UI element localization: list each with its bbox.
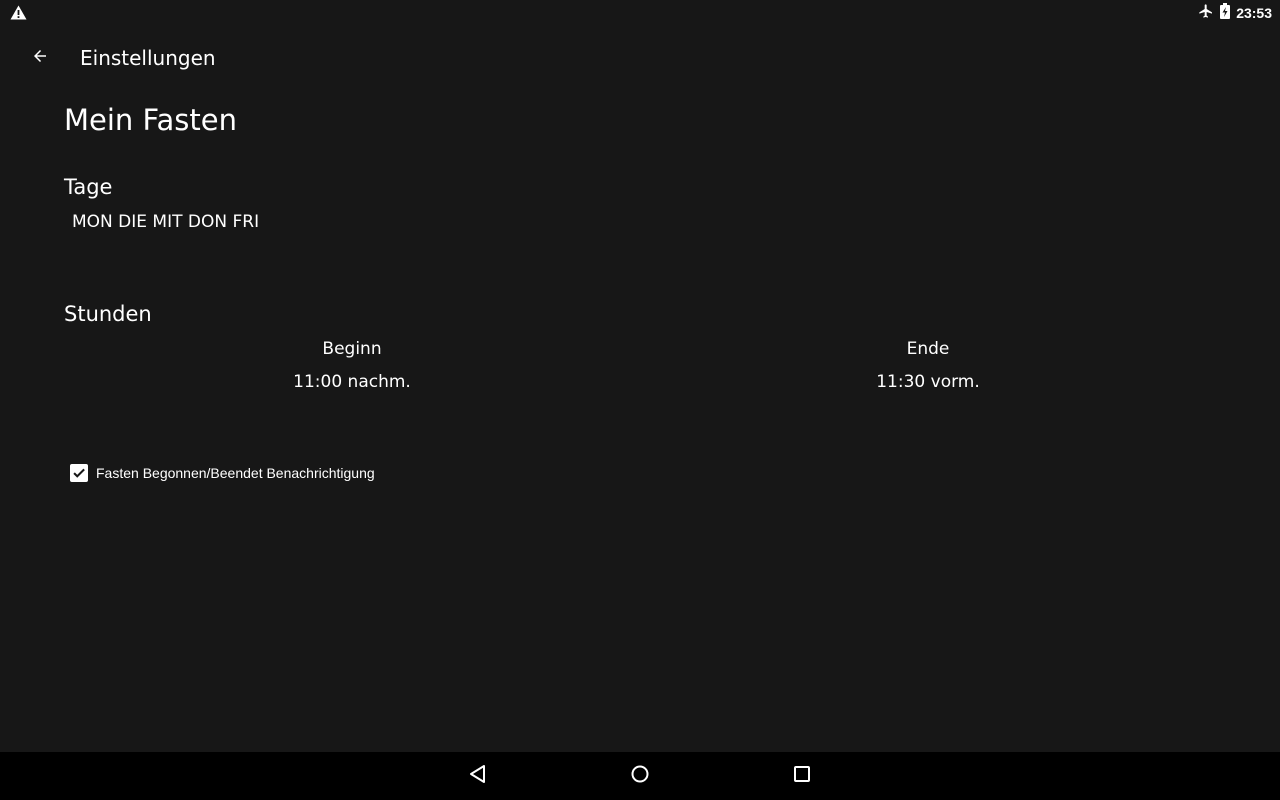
begin-label: Beginn: [322, 339, 382, 359]
page-title: Mein Fasten: [64, 103, 238, 137]
battery-charging-icon: [1220, 3, 1231, 23]
app-title: Einstellungen: [80, 46, 216, 70]
airplane-mode-icon: [1198, 3, 1214, 23]
status-icons: 23:53: [1198, 3, 1272, 23]
nav-back-icon: [468, 764, 488, 788]
nav-back-button[interactable]: [466, 764, 490, 788]
days-selector[interactable]: MON DIE MIT DON FRI: [72, 211, 259, 233]
notification-checkbox-row[interactable]: Fasten Begonnen/Beendet Benachrichtigung: [70, 463, 375, 483]
arrow-back-icon: [31, 47, 49, 69]
app-bar: Einstellungen: [0, 26, 1280, 90]
begin-time-picker[interactable]: 11:00 nachm.: [202, 371, 502, 393]
status-bar: 23:53: [0, 0, 1280, 26]
checkmark-icon: [73, 468, 85, 478]
notification-label: Fasten Begonnen/Beendet Benachrichtigung: [96, 465, 375, 481]
nav-recents-icon: [792, 764, 812, 788]
nav-home-icon: [630, 764, 650, 788]
status-time: 23:53: [1236, 5, 1272, 21]
nav-home-button[interactable]: [628, 764, 652, 788]
navigation-bar: [0, 752, 1280, 800]
hours-heading: Stunden: [64, 302, 152, 326]
end-label: Ende: [906, 339, 950, 359]
screen: 23:53 Einstellungen Mein Fasten Tage MON…: [0, 0, 1280, 800]
end-time-column: Ende 11:30 vorm.: [778, 338, 1078, 393]
notification-checkbox[interactable]: [70, 464, 88, 482]
days-heading: Tage: [64, 175, 113, 199]
nav-recents-button[interactable]: [790, 764, 814, 788]
back-button[interactable]: [24, 42, 56, 74]
end-time-picker[interactable]: 11:30 vorm.: [778, 371, 1078, 393]
begin-time-column: Beginn 11:00 nachm.: [202, 338, 502, 393]
warning-icon: [10, 5, 27, 24]
